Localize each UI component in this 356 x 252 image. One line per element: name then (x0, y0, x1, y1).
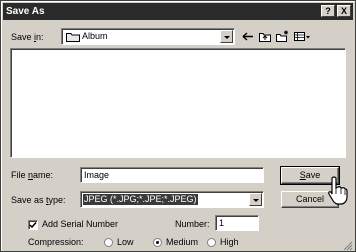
chevron-down-icon[interactable] (220, 30, 233, 43)
serial-number-checkbox[interactable] (28, 220, 38, 230)
serial-number-label: Add Serial Number (42, 219, 119, 229)
save-as-type-value: JPEG (*.JPG;*.JPE;*.JPEG) (83, 194, 198, 205)
file-list[interactable] (10, 48, 346, 158)
help-icon: ? (325, 6, 331, 16)
compression-medium-radio[interactable] (153, 238, 162, 247)
close-icon: X (340, 6, 347, 16)
file-name-input[interactable]: Image (80, 167, 264, 183)
save-as-type-label: Save as type: (11, 195, 66, 205)
view-menu-icon[interactable] (293, 30, 311, 43)
save-in-value: Album (82, 31, 108, 41)
compression-medium-label: Medium (166, 237, 199, 247)
new-folder-icon[interactable] (275, 30, 289, 43)
chevron-down-icon[interactable] (249, 193, 262, 206)
compression-high-label: High (220, 237, 239, 247)
save-as-dialog: Save As ? X Save in: Album File name: Im… (0, 0, 356, 252)
save-as-type-dropdown[interactable]: JPEG (*.JPG;*.JPE;*.JPEG) (80, 191, 264, 208)
checkmark-icon (29, 222, 37, 229)
compression-high-radio[interactable] (207, 238, 216, 247)
help-button[interactable]: ? (321, 5, 335, 17)
save-in-label: Save in: (11, 32, 44, 42)
file-name-label: File name: (11, 170, 54, 180)
back-arrow-icon[interactable] (241, 30, 255, 43)
resize-grip-icon[interactable] (341, 239, 353, 251)
compression-low-radio[interactable] (104, 238, 113, 247)
file-name-value: Image (84, 170, 110, 180)
folder-icon (66, 33, 80, 42)
save-in-dropdown[interactable]: Album (61, 28, 235, 45)
title-bar[interactable]: Save As (3, 3, 353, 20)
number-value: 1 (219, 218, 225, 228)
number-input[interactable]: 1 (215, 215, 259, 231)
number-label: Number: (175, 219, 210, 229)
close-button[interactable]: X (337, 5, 351, 17)
compression-label: Compression: (28, 237, 84, 247)
window-title: Save As (6, 6, 45, 17)
compression-low-label: Low (117, 237, 134, 247)
hand-cursor-icon (328, 176, 348, 205)
up-folder-icon[interactable] (258, 30, 272, 43)
